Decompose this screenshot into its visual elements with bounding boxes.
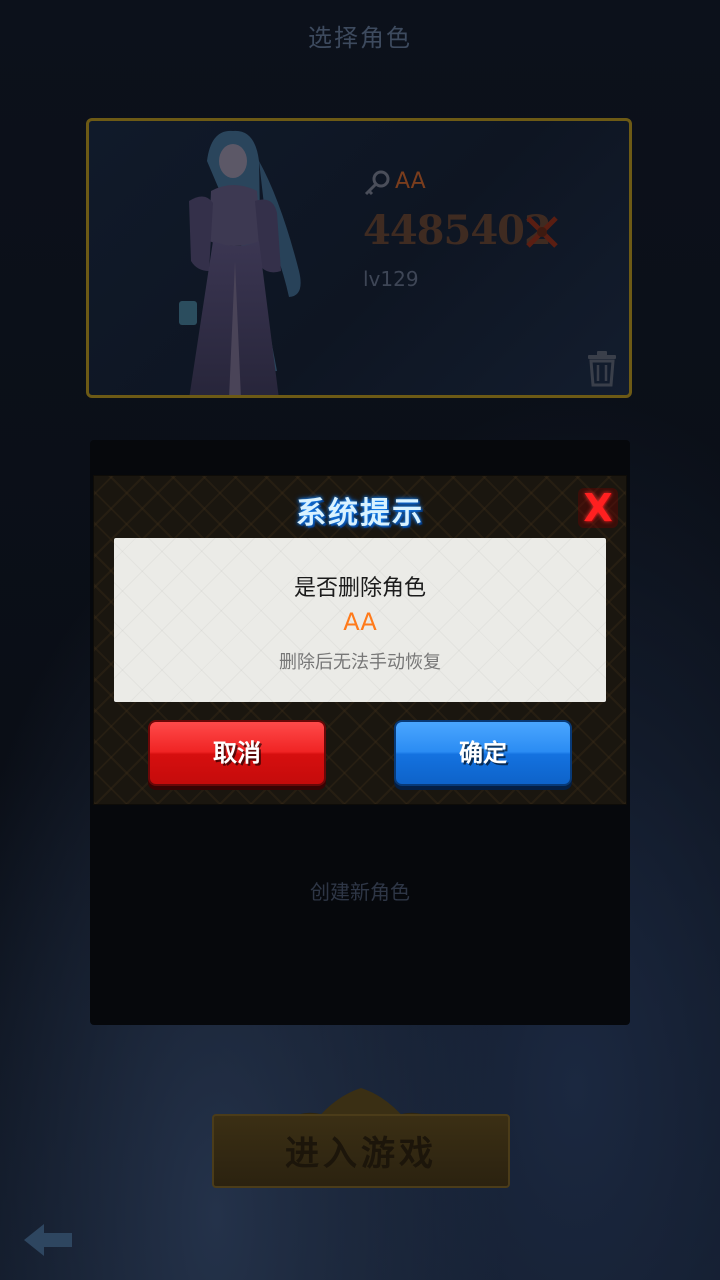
close-icon: X xyxy=(583,486,613,530)
page-title: 选择角色 xyxy=(308,24,412,52)
enter-game-button[interactable]: 进入游戏 xyxy=(196,1086,526,1196)
close-button[interactable]: X xyxy=(578,486,618,530)
enter-game-label: 进入游戏 xyxy=(285,1134,437,1174)
cancel-button[interactable]: 取消 xyxy=(148,720,326,786)
back-arrow-icon[interactable] xyxy=(22,1220,74,1260)
confirm-button[interactable]: 确定 xyxy=(394,720,572,786)
crossed-swords-icon xyxy=(526,216,558,248)
character-portrait xyxy=(179,130,301,395)
trash-icon[interactable] xyxy=(585,349,619,387)
dialog-title: 系统提示 xyxy=(296,496,424,531)
cancel-label: 取消 xyxy=(213,739,261,767)
delete-question: 是否删除角色 xyxy=(293,576,426,601)
message-panel: 是否删除角色 AA 删除后无法手动恢复 xyxy=(114,538,606,702)
character-name: AA xyxy=(395,169,426,194)
character-level: lv129 xyxy=(363,267,419,291)
target-character-name: AA xyxy=(343,608,377,636)
character-slot-card[interactable]: AA 4485402 lv129 xyxy=(86,118,632,398)
create-character-label[interactable]: 创建新角色 xyxy=(0,876,720,905)
key-icon xyxy=(364,170,390,196)
delete-confirm-dialog: 系统提示 X 是否删除角色 AA 删除后无法手动恢复 取消 确定 xyxy=(94,476,626,804)
delete-warning: 删除后无法手动恢复 xyxy=(279,652,441,673)
confirm-label: 确定 xyxy=(459,739,507,767)
